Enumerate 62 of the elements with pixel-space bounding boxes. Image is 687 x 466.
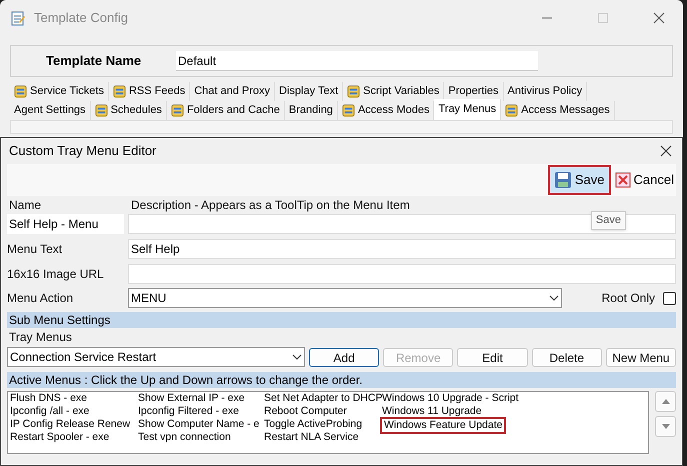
menu-list-item[interactable]: Restart NLA Service — [264, 431, 359, 444]
description-header: Description - Appears as a ToolTip on the Menu Item — [131, 197, 410, 214]
menu-action-label: Menu Action — [7, 290, 74, 307]
tray-menus-label: Tray Menus — [9, 329, 73, 346]
menu-list-item[interactable]: Ipconfig /all - exe — [10, 405, 90, 418]
menu-list-item[interactable]: IP Config Release Renew — [10, 418, 130, 431]
template-name-field[interactable]: Default — [176, 51, 538, 71]
root-only-checkbox[interactable] — [663, 292, 676, 304]
menu-list-item[interactable]: Set Net Adapter to DHCP — [264, 392, 382, 405]
tab-icon — [112, 85, 126, 98]
menu-list-item[interactable]: Windows 11 Upgrade — [382, 405, 482, 418]
image-url-label: 16x16 Image URL — [7, 266, 105, 283]
name-field[interactable]: Self Help - Menu — [7, 214, 124, 234]
move-down-button[interactable] — [655, 416, 676, 437]
tab-icon — [94, 104, 108, 117]
menu-list-item[interactable]: Toggle ActiveProbing — [264, 418, 362, 431]
tab-icon — [342, 104, 355, 117]
move-up-button[interactable] — [655, 391, 676, 412]
close-icon[interactable] — [660, 145, 672, 157]
menu-list-item[interactable]: Restart Spooler - exe — [10, 431, 110, 444]
menu-text-field[interactable]: Self Help — [128, 239, 676, 259]
window-title: Template Config — [34, 9, 128, 28]
tab-icon — [505, 104, 518, 117]
image-url-field[interactable] — [128, 264, 676, 284]
menu-list-item[interactable]: Reboot Computer — [264, 405, 347, 418]
tray-menu-dropdown[interactable]: Connection Service Restart — [7, 347, 305, 367]
template-name-label: Template Name — [46, 52, 142, 70]
root-only-label: Root Only — [602, 290, 655, 307]
tab-icon — [347, 85, 360, 98]
tooltip: Save — [590, 211, 626, 230]
tab-icon — [170, 104, 184, 117]
menu-list-item[interactable]: Test vpn connection — [138, 431, 231, 444]
triangle-up-icon — [662, 399, 670, 404]
cancel-button[interactable]: Cancel — [612, 168, 676, 192]
tab[interactable]: Antivirus Policy — [504, 82, 588, 101]
menu-list-item[interactable]: Flush DNS - exe — [10, 392, 88, 405]
tab[interactable]: Tray Menus — [434, 99, 502, 120]
chevron-down-icon — [292, 354, 302, 360]
close-icon[interactable] — [653, 12, 665, 24]
menu-text-label: Menu Text — [7, 241, 64, 258]
action-button[interactable]: Add — [309, 348, 380, 366]
menu-action-dropdown[interactable]: MENU — [128, 288, 562, 308]
close-icon — [614, 172, 631, 188]
section-header: Sub Menu Settings — [7, 312, 676, 328]
chevron-down-icon — [549, 295, 559, 301]
action-button[interactable]: Edit — [457, 348, 528, 366]
save-button[interactable]: Save — [548, 165, 611, 195]
triangle-down-icon — [662, 424, 670, 429]
action-button[interactable]: New Menu — [606, 348, 676, 366]
name-header: Name — [9, 197, 42, 214]
section-header: Active Menus : Click the Up and Down arrows to change the order. — [7, 372, 676, 388]
action-button[interactable]: Delete — [532, 348, 602, 366]
dialog-title: Custom Tray Menu Editor — [9, 142, 156, 160]
notepad-icon — [10, 10, 26, 26]
menu-list-item[interactable]: Show Computer Name - e — [138, 418, 260, 431]
menu-list-item[interactable]: Windows Feature Update — [382, 419, 504, 432]
description-field[interactable] — [128, 214, 676, 234]
menu-list-item[interactable]: Ipconfig Filtered - exe — [138, 405, 239, 418]
menu-list-item[interactable]: Windows 10 Upgrade - Script — [382, 392, 519, 405]
tab-icon — [14, 85, 27, 98]
menu-list-item[interactable]: Show External IP - exe — [138, 392, 245, 405]
tab[interactable]: Schedules — [90, 101, 167, 120]
